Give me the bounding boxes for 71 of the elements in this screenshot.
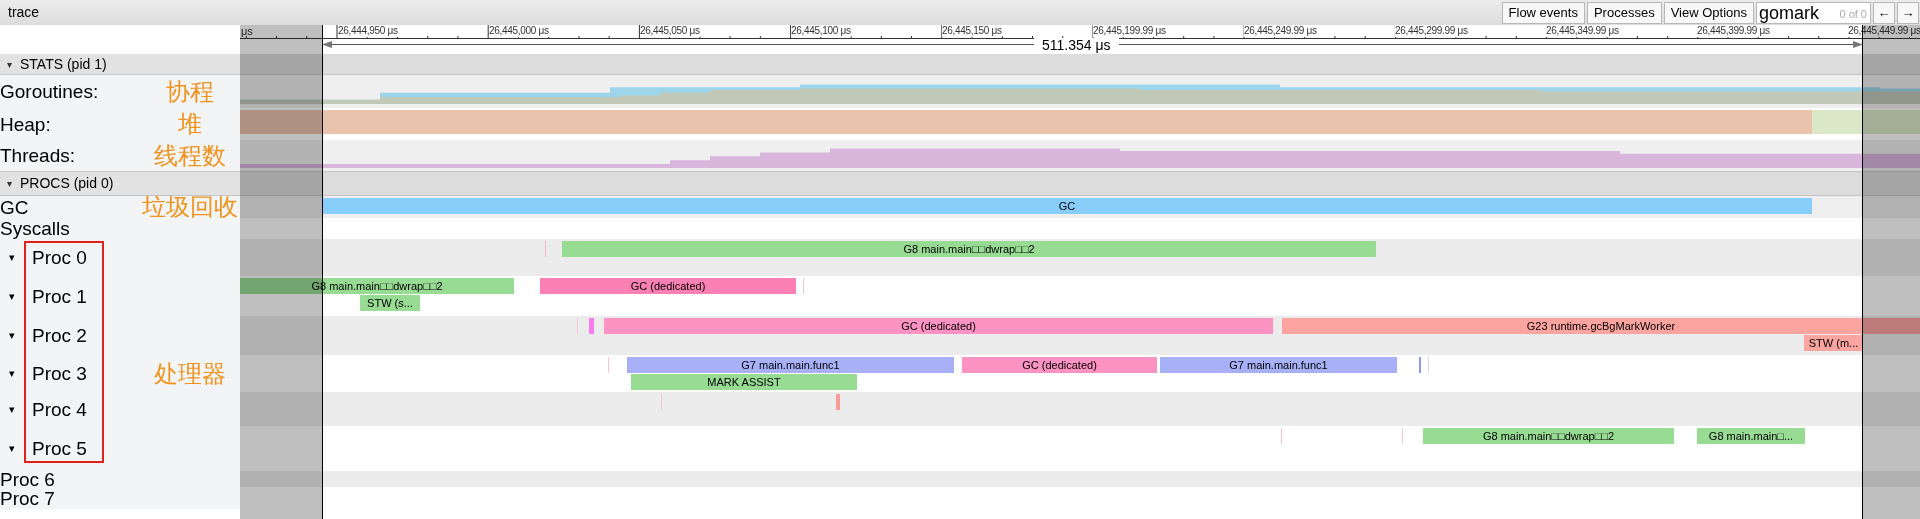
event-mark[interactable] <box>545 241 546 257</box>
event-mark[interactable] <box>1281 428 1282 444</box>
tick-label: 26,445,000 μs <box>489 25 549 37</box>
expand-toggle[interactable]: ▾ <box>0 287 32 305</box>
tick-label: 26,445,299.99 μs <box>1395 25 1468 37</box>
event-mark[interactable] <box>1419 357 1421 373</box>
section-header[interactable]: PROCS (pid 0) <box>20 173 114 194</box>
tick-label: 26,445,399.99 μs <box>1697 25 1770 37</box>
event-mark[interactable] <box>661 394 662 410</box>
expand-toggle[interactable]: ▾ <box>0 440 32 457</box>
event-bar[interactable]: G7 main.main.func1 <box>1160 357 1397 373</box>
event-bar[interactable]: GC <box>322 198 1812 214</box>
annotation-label: 垃圾回收 <box>141 194 239 220</box>
event-bar[interactable]: STW (s... <box>360 295 420 311</box>
track-label: Proc 2 <box>32 326 87 345</box>
event-mark[interactable] <box>608 357 609 373</box>
track-label: Proc 6 <box>0 469 55 489</box>
event-bar[interactable]: G8 main.main□□dwrap□□2 <box>1423 428 1674 444</box>
event-bar[interactable]: GC (dedicated) <box>540 278 796 294</box>
event-mark[interactable] <box>1428 357 1429 373</box>
event-bar[interactable]: G8 main.main□□dwrap□□2 <box>562 241 1376 257</box>
event-mark[interactable] <box>577 318 578 334</box>
duration-label: 511.354 μs <box>1034 38 1119 52</box>
match-count: 0 of 0 <box>1839 6 1867 22</box>
event-bar[interactable]: G8 main.main□... <box>1697 428 1805 444</box>
track-label: Proc 3 <box>32 364 87 383</box>
track-label: Heap: <box>0 114 51 134</box>
tick-label: 26,445,100 μs <box>791 25 851 37</box>
collapse-toggle[interactable]: ▾ <box>7 56 12 72</box>
tick-label: 26,445,349.99 μs <box>1546 25 1619 37</box>
toolbar-button[interactable]: Flow events <box>1501 1 1585 24</box>
expand-toggle[interactable]: ▾ <box>0 249 32 266</box>
event-mark[interactable] <box>836 394 840 410</box>
tick-label: 26,445,050 μs <box>640 25 700 37</box>
nav-button[interactable]: ← <box>1873 1 1895 24</box>
track-label: GC <box>0 197 29 217</box>
event-mark[interactable] <box>1402 428 1403 444</box>
track-label: Proc 1 <box>32 286 87 306</box>
tick-label: 26,445,150 μs <box>942 25 1002 37</box>
tick-label: 26,445,249.99 μs <box>1244 25 1317 37</box>
expand-toggle[interactable]: ▾ <box>0 400 32 418</box>
section-header[interactable]: STATS (pid 1) <box>20 53 107 75</box>
track-label: Goroutines: <box>0 82 99 101</box>
expand-toggle[interactable]: ▾ <box>0 365 32 382</box>
event-mark[interactable] <box>803 278 804 294</box>
annotation-label: 协程 <box>165 78 215 105</box>
window-title: trace <box>7 3 40 22</box>
event-mark[interactable] <box>589 318 594 334</box>
event-bar[interactable]: STW (m... <box>1804 335 1863 351</box>
track-label: Syscalls <box>0 219 70 238</box>
track-label: Threads: <box>0 146 75 165</box>
track-label: Proc 5 <box>32 439 87 458</box>
track-label: Proc 7 <box>0 488 55 508</box>
annotation-label: 线程数 <box>153 142 227 169</box>
annotation-label: 处理器 <box>153 360 227 387</box>
tick-label: μs <box>241 25 253 38</box>
event-bar[interactable]: G23 runtime.gcBgMarkWorker <box>1282 318 1920 334</box>
annotation-label: 堆 <box>177 111 203 137</box>
track-label: Proc 0 <box>32 248 87 267</box>
tick-label: 26,445,199.99 μs <box>1093 25 1166 37</box>
toolbar-button[interactable]: Processes <box>1586 1 1662 24</box>
collapse-toggle[interactable]: ▾ <box>7 176 12 191</box>
nav-button[interactable]: → <box>1897 1 1919 24</box>
track-label: Proc 4 <box>32 399 87 419</box>
event-bar[interactable]: GC (dedicated) <box>962 357 1157 373</box>
event-bar[interactable]: MARK ASSIST <box>631 374 857 390</box>
event-bar[interactable]: G7 main.main.func1 <box>627 357 954 373</box>
tick-label: 26,444,950 μs <box>338 25 398 37</box>
expand-toggle[interactable]: ▾ <box>0 327 32 344</box>
toolbar-button[interactable]: View Options <box>1663 1 1754 24</box>
event-bar[interactable]: GC (dedicated) <box>604 318 1273 334</box>
